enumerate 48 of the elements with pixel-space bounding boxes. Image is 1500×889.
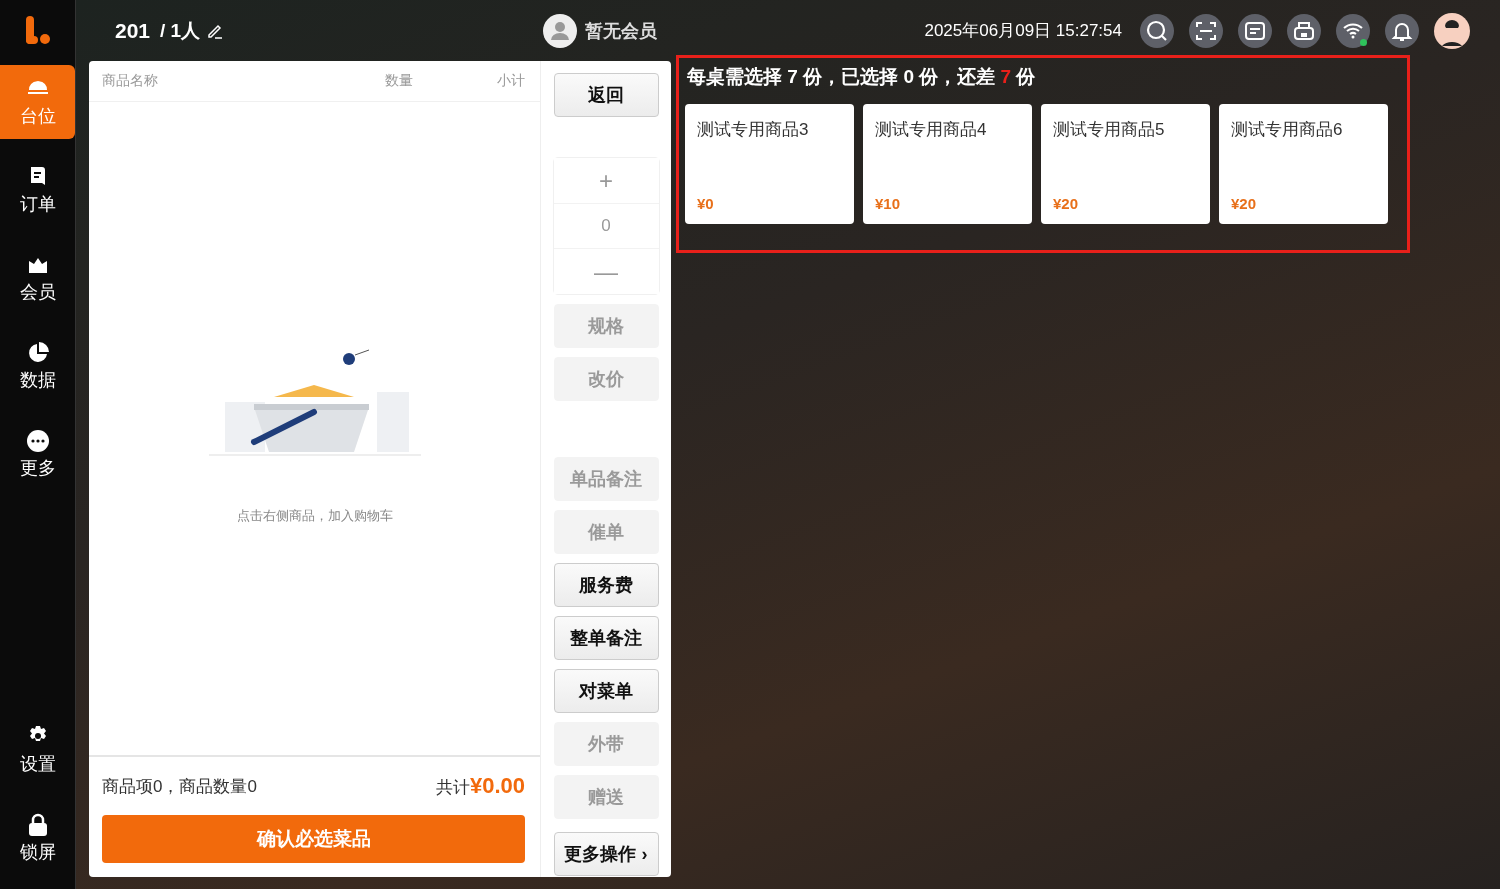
printer-icon <box>1293 19 1315 42</box>
sidebar-item[interactable]: 会员 <box>0 241 75 315</box>
table-number: 201 <box>115 18 151 43</box>
product-price: ¥0 <box>697 195 715 212</box>
user-avatar-icon[interactable] <box>1434 12 1470 49</box>
selection-requirement: 每桌需选择 7 份，已选择 0 份，还差 7 份 <box>687 65 1037 89</box>
search-icon <box>1146 19 1168 42</box>
product-price: ¥10 <box>875 195 902 212</box>
action-button[interactable]: 返回 <box>553 73 659 117</box>
product-name: 测试专用商品4 <box>875 119 988 141</box>
datetime: 2025年06月09日 15:27:54 <box>924 20 1122 42</box>
search-button[interactable] <box>1140 13 1174 48</box>
more-icon <box>25 428 50 453</box>
printer-button[interactable] <box>1287 13 1321 48</box>
cart-summary: 商品项0，商品数量0 <box>102 775 257 798</box>
scan-button[interactable] <box>1189 13 1223 48</box>
product-price: ¥20 <box>1231 195 1258 212</box>
sidebar-item[interactable]: 订单 <box>0 153 75 227</box>
notification-button[interactable] <box>1385 13 1419 48</box>
column-header: 小计 <box>496 72 525 90</box>
action-button[interactable]: 对菜单 <box>553 669 659 713</box>
list-button[interactable] <box>1238 13 1272 48</box>
product-card[interactable]: 测试专用商品6 ¥20 <box>1219 104 1388 224</box>
empty-cart-message: 点击右侧商品，加入购物车 <box>236 507 393 525</box>
sidebar-item[interactable]: 数据 <box>0 329 75 403</box>
product-card[interactable]: 测试专用商品5 ¥20 <box>1041 104 1210 224</box>
member-label[interactable]: 暂无会员 <box>585 18 658 43</box>
sidebar-item[interactable]: 更多 <box>0 417 75 491</box>
product-card[interactable]: 测试专用商品3 ¥0 <box>685 104 854 224</box>
column-header: 数量 <box>385 72 414 90</box>
product-name: 测试专用商品3 <box>697 119 810 141</box>
cart-total: 共计¥0.00 <box>435 773 525 799</box>
column-header: 商品名称 <box>102 72 159 90</box>
product-name: 测试专用商品6 <box>1231 119 1344 141</box>
product-name: 测试专用商品5 <box>1053 119 1166 141</box>
wifi-button[interactable] <box>1336 13 1370 48</box>
scan-icon <box>1195 19 1217 42</box>
product-price: ¥20 <box>1053 195 1080 212</box>
more-actions-button[interactable]: 更多操作 › <box>553 832 659 876</box>
logo-icon <box>23 14 52 46</box>
sidebar-item[interactable]: 设置 <box>0 713 75 787</box>
avatar-icon[interactable] <box>543 13 578 48</box>
guest-count: / 1人 <box>160 18 201 43</box>
sidebar-item[interactable]: 锁屏 <box>0 801 75 875</box>
action-button[interactable]: 服务费 <box>553 563 659 607</box>
list-icon <box>1244 19 1266 42</box>
product-card[interactable]: 测试专用商品4 ¥10 <box>863 104 1032 224</box>
action-button[interactable]: 整单备注 <box>553 616 659 660</box>
